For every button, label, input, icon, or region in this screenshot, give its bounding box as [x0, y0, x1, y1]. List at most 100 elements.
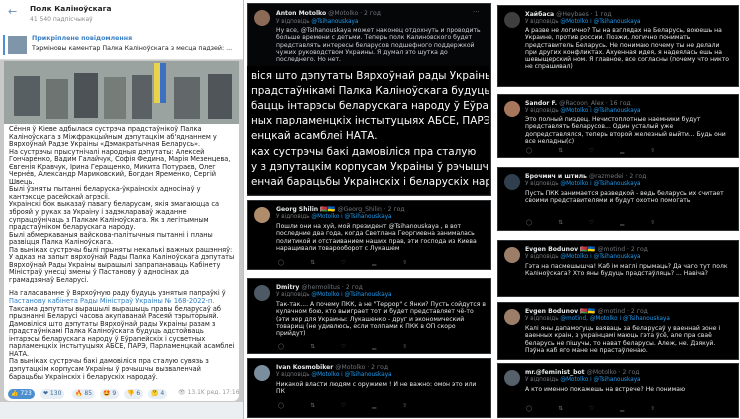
reply-icon[interactable]: ◯ [278, 403, 284, 409]
channel-title[interactable]: Полк Каліноўскага [30, 4, 111, 13]
share-icon[interactable]: ⇧ [402, 260, 407, 266]
reply-icon[interactable]: ◯ [526, 406, 532, 412]
reply-icon[interactable]: ◯ [278, 344, 284, 350]
pinned-accent-bar [3, 35, 5, 55]
reply-icon[interactable]: ◯ [526, 220, 532, 226]
tweet-author[interactable]: Брочмич и штиль @razmedei · 2 год [525, 173, 646, 180]
retweet-icon[interactable]: ⇅ [310, 403, 315, 409]
view-count: 13.1K [187, 389, 205, 396]
tweet-author[interactable]: Georg Shilin 🇧🇾🇺🇦 @Georg_Shilin · 2 год [276, 206, 405, 213]
compose-bar[interactable] [0, 402, 243, 419]
tweet-actions: ◯ ⇅ ♡ ▁ ⇧ [278, 403, 433, 409]
views-icon[interactable]: ▁ [372, 344, 376, 350]
reaction-heart[interactable]: ❤ 130 [40, 389, 65, 399]
avatar[interactable] [504, 174, 520, 190]
share-icon[interactable]: ⇧ [650, 406, 655, 412]
reaction-fire[interactable]: 🔥 85 [72, 389, 96, 399]
post-paragraph: На сустрэчы прысутнічалі народныя дэпута… [9, 147, 231, 186]
reply-icon[interactable]: ◯ [278, 260, 284, 266]
share-icon[interactable]: ⇧ [650, 220, 655, 226]
avatar[interactable] [504, 370, 520, 386]
overlay-line: у з дэпутацкім корпусам Украіны ў рэчышч [251, 161, 489, 173]
post-meta: 👁 13.1K ред. 17:16 [178, 389, 240, 396]
avatar[interactable] [504, 101, 520, 117]
share-icon[interactable]: ⇧ [650, 148, 655, 154]
tweet-card-kosmobiker: Ivan Kosmobiker @Motolko · 2 год У відпо… [247, 358, 491, 418]
tweet-actions: ◯ ⇅ ♡ ▁ ⇧ [278, 344, 433, 350]
post-text: Сёння ў Кіеве адбылася сустрэча прадстаў… [9, 125, 235, 381]
tweet-text: Это полный пиздец. Нечистоплотные наемни… [525, 116, 726, 145]
views-icon[interactable]: ▁ [620, 220, 624, 226]
retweet-icon[interactable]: ⇅ [558, 406, 563, 412]
pinned-message[interactable]: Прикріплене повідомлення Тэрміновы камен… [0, 31, 243, 60]
avatar[interactable] [504, 309, 520, 325]
like-icon[interactable]: ♡ [589, 148, 594, 154]
like-icon[interactable]: ♡ [341, 403, 346, 409]
avatar[interactable] [504, 247, 520, 263]
tweet-text: Ну все, @Tsihanouskaya может наконец отд… [276, 27, 481, 64]
like-icon[interactable]: ♡ [589, 406, 594, 412]
tweet-author[interactable]: Sandor F. @Racoon_Alex · 16 год [525, 100, 631, 107]
reply-to: У відповідь @Motolko і @Tsihanouskaya [525, 108, 641, 114]
reply-to: У відповідь @Motolko і @Tsihanouskaya [525, 377, 641, 383]
tweet-text: Пусть ПКК занимается разведкой - ведь бе… [525, 190, 724, 205]
views-icon[interactable]: ▁ [620, 148, 624, 154]
tweet-actions: ◯ ⇅ ♡ ▁ ⇧ [526, 148, 681, 154]
tweet-text: Пошли они на хуй, мой президент @Tsihano… [276, 223, 477, 252]
tweet-author[interactable]: Хайбаса @Heybaes · 1 год [525, 11, 612, 18]
post-photo[interactable] [4, 61, 239, 124]
tweet-author[interactable]: Evgen Bodunov 🇧🇾🇺🇦 @motind · 2 год [525, 308, 648, 315]
tweet-author[interactable]: Dmitry @hermolitus · 2 год [276, 284, 363, 291]
tweet-actions: ◯ ⇅ ♡ ▁ ⇧ [278, 260, 433, 266]
reaction-thumbs-up[interactable]: 👍 723 [8, 389, 35, 399]
avatar[interactable] [254, 10, 270, 26]
reply-to: У відповідь @Motolko і @Tsihanouskaya [276, 292, 392, 298]
tweet-author[interactable]: Ivan Kosmobiker @Motolko · 2 год [276, 364, 388, 371]
like-icon[interactable]: ♡ [341, 260, 346, 266]
tweet-card-brochmi: Брочмич и штиль @razmedei · 2 год У відп… [497, 167, 739, 231]
overlay-line: енчай барацьбы Украінскіх і беларускіх н… [251, 176, 489, 188]
post-paragraph: Былі абмеркаваныя вайскова-палітычныя пы… [9, 230, 213, 247]
reply-to: У відповідь @Motolko і @Tsihanouskaya [525, 181, 641, 187]
tweet-text: А кто именно покажешь на встрече? Не пон… [525, 386, 686, 393]
tweet-author[interactable]: Evgen Bodunov 🇧🇾🇺🇦 @motind · 2 год [525, 246, 648, 253]
reaction-thumbs-down[interactable]: 👎 6 [124, 389, 144, 399]
avatar[interactable] [254, 285, 270, 301]
avatar[interactable] [254, 365, 270, 381]
share-icon[interactable]: ⇧ [402, 403, 407, 409]
overlay-line: енцкай асамблеі НАТА. [251, 130, 378, 142]
tweet-actions: ◯ ⇅ ♡ ▁ ⇧ [526, 406, 681, 412]
tweet-card-xaybasa: Хайбаса @Heybaes · 1 год У відповідь @Mo… [497, 5, 739, 87]
tweet-author[interactable]: mr.@feminist_bot @Motolko · 2 год [525, 369, 639, 376]
reply-to: У відповідь @Motolko і @Tsihanouskaya [525, 19, 641, 25]
share-icon[interactable]: ⇧ [402, 344, 407, 350]
tweet-card-bodunov-reply: Evgen Bodunov 🇧🇾🇺🇦 @motind · 2 год У від… [497, 302, 739, 360]
like-icon[interactable]: ♡ [589, 220, 594, 226]
like-icon[interactable]: ♡ [341, 344, 346, 350]
overlay-line: прадстаўнікамі Палка Каліноўскага будуць [251, 85, 489, 97]
overlay-line: ках сустрэчы бакі дамовіліся пра сталую [251, 146, 477, 158]
reaction-thinking[interactable]: 🤔 4 [148, 389, 168, 399]
post-time: ред. 17:16 [206, 389, 240, 396]
reaction-starstruck[interactable]: 🤩 9 [100, 389, 120, 399]
avatar[interactable] [504, 12, 520, 28]
back-arrow-icon[interactable]: ← [8, 5, 22, 19]
tweet-text: Никакой власти людям с оружием ! И не ва… [276, 381, 477, 396]
more-options-icon[interactable]: ··· [473, 8, 480, 16]
reply-icon[interactable]: ◯ [526, 148, 532, 154]
pinned-text: Тэрміновы каментар Палка Каліноўскага з … [32, 45, 233, 52]
retweet-icon[interactable]: ⇅ [310, 344, 315, 350]
views-icon[interactable]: ▁ [372, 260, 376, 266]
retweet-icon[interactable]: ⇅ [310, 260, 315, 266]
overlay-line: віся што дэпутаты Вярхоўнай рады Украіны [251, 70, 489, 82]
reply-to: У відповідь @motind, @Motolko і @Tsihano… [525, 316, 670, 322]
avatar[interactable] [254, 207, 270, 223]
views-icon[interactable]: ▁ [620, 406, 624, 412]
retweet-icon[interactable]: ⇅ [558, 220, 563, 226]
retweet-icon[interactable]: ⇅ [558, 148, 563, 154]
tweet-card-sandor: Sandor F. @Racoon_Alex · 16 год У відпов… [497, 94, 739, 158]
pinned-label: Прикріплене повідомлення [32, 35, 133, 42]
tweet-text: Так-так.... А почему ПКК, а не "Террор" … [276, 301, 486, 338]
views-icon[interactable]: ▁ [372, 403, 376, 409]
tweet-author[interactable]: Anton Motolko @Motolko · 2 год [276, 10, 381, 17]
